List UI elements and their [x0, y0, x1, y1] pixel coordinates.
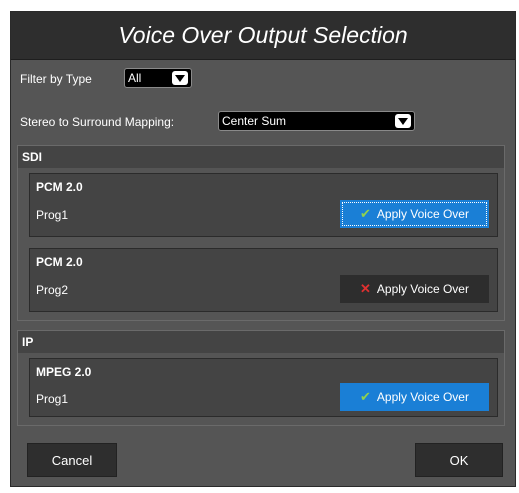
card-type: PCM 2.0 [36, 255, 83, 269]
chevron-down-icon [395, 114, 411, 128]
mapping-select[interactable]: Center Sum [218, 111, 415, 131]
mapping-value: Center Sum [222, 114, 287, 128]
check-icon: ✔ [360, 389, 371, 404]
ok-button[interactable]: OK [415, 443, 503, 477]
voice-over-dialog: Voice Over Output Selection Filter by Ty… [10, 11, 516, 487]
output-card: PCM 2.0 Prog2 ✕ Apply Voice Over [29, 248, 498, 312]
dialog-title: Voice Over Output Selection [11, 12, 515, 60]
apply-voice-over-button[interactable]: ✕ Apply Voice Over [340, 275, 489, 303]
mapping-label: Stereo to Surround Mapping: [20, 115, 175, 129]
filter-value: All [128, 71, 142, 85]
card-type: PCM 2.0 [36, 180, 83, 194]
output-card: PCM 2.0 Prog1 ✔ Apply Voice Over [29, 173, 498, 237]
output-card: MPEG 2.0 Prog1 ✔ Apply Voice Over [29, 358, 498, 417]
apply-button-label: Apply Voice Over [376, 390, 469, 404]
filter-select[interactable]: All [124, 68, 192, 88]
apply-voice-over-button[interactable]: ✔ Apply Voice Over [340, 200, 489, 228]
filter-label: Filter by Type [20, 72, 92, 86]
card-program: Prog1 [36, 208, 69, 222]
apply-voice-over-button[interactable]: ✔ Apply Voice Over [340, 383, 489, 411]
card-type: MPEG 2.0 [36, 365, 92, 379]
apply-button-label: Apply Voice Over [376, 282, 469, 296]
apply-button-label: Apply Voice Over [376, 207, 469, 221]
section-sdi: SDI PCM 2.0 Prog1 ✔ Apply Voice Over PCM… [17, 145, 505, 321]
cancel-button[interactable]: Cancel [27, 443, 117, 477]
card-program: Prog2 [36, 283, 69, 297]
cross-icon: ✕ [360, 281, 371, 296]
section-title: SDI [18, 146, 504, 168]
check-icon: ✔ [360, 206, 371, 221]
section-ip: IP MPEG 2.0 Prog1 ✔ Apply Voice Over [17, 330, 505, 426]
card-program: Prog1 [36, 392, 69, 406]
section-title: IP [18, 331, 504, 353]
chevron-down-icon [172, 71, 188, 85]
